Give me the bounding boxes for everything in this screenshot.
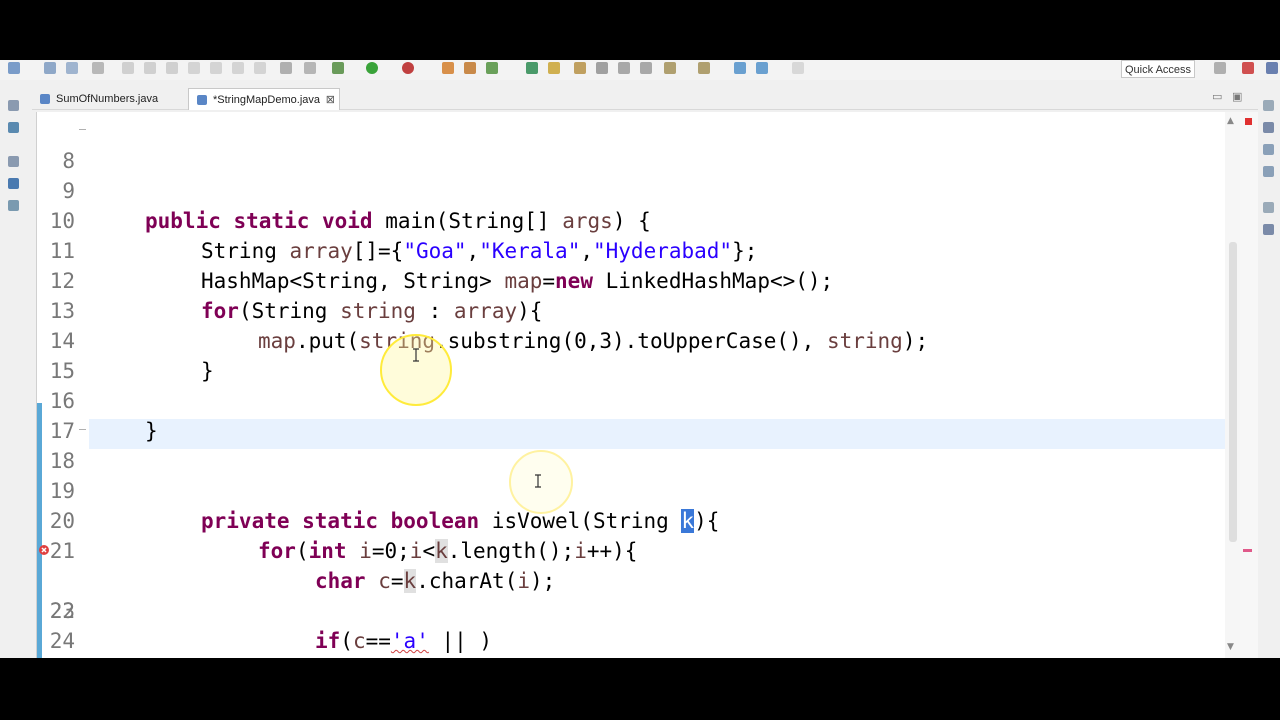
minimize-icon[interactable]: ▭ — [1212, 90, 1222, 103]
code-line-12: 12 for(String string : array){ — [37, 236, 1225, 323]
code-line-24: 24 } — [37, 596, 1225, 653]
cursor-highlight — [380, 334, 452, 406]
disconnect-icon[interactable] — [188, 62, 200, 74]
tab-label: *StringMapDemo.java — [213, 94, 320, 106]
step-return-icon[interactable] — [254, 62, 266, 74]
save-all-icon[interactable] — [66, 62, 78, 74]
restore-right-icon[interactable] — [1263, 100, 1274, 111]
code-line-19: 19 — [37, 446, 1225, 503]
overview-ruler[interactable] — [1240, 112, 1258, 658]
code-line-14: 14 } — [37, 296, 1225, 383]
text-cursor-icon — [413, 348, 419, 362]
outline-icon[interactable] — [1263, 202, 1274, 213]
open-perspective-icon[interactable] — [1214, 62, 1226, 74]
minimized-view-icon[interactable] — [8, 156, 19, 167]
breakpoints-icon[interactable] — [1263, 144, 1274, 155]
toggle-mark-icon[interactable] — [596, 62, 608, 74]
tab-label: SumOfNumbers.java — [56, 93, 159, 105]
scroll-thumb[interactable] — [1229, 242, 1237, 542]
java-perspective-icon[interactable] — [1266, 62, 1278, 74]
external-tools-icon[interactable] — [402, 62, 414, 74]
tab-sumofnumbers[interactable]: SumOfNumbers.java — [32, 88, 188, 110]
vertical-scrollbar[interactable]: ▲ ▼ — [1225, 112, 1241, 658]
run-icon[interactable] — [366, 62, 378, 74]
java-file-icon — [197, 95, 207, 105]
code-line-23: 23 — [37, 566, 1225, 623]
code-line-20: 20 for(int i=0;i<k.length();i++){ — [37, 476, 1225, 563]
java-editor[interactable]: 8 public static void main(String[] args)… — [36, 112, 1241, 658]
last-edit-icon[interactable] — [734, 62, 746, 74]
fold-icon[interactable] — [79, 429, 86, 430]
main-toolbar: Quick Access — [0, 60, 1280, 80]
code-line-8: 8 public static void main(String[] args)… — [37, 116, 1225, 233]
left-trim-stack — [0, 82, 32, 658]
java-ee-perspective-icon[interactable] — [1242, 62, 1254, 74]
fold-icon[interactable] — [79, 129, 86, 130]
error-icon[interactable] — [39, 545, 49, 555]
print-icon[interactable] — [92, 62, 104, 74]
back-icon[interactable] — [756, 62, 768, 74]
search-icon[interactable] — [548, 62, 560, 74]
new-icon[interactable] — [8, 62, 20, 74]
new-class-icon[interactable] — [486, 62, 498, 74]
line-number: 25 — [37, 656, 75, 658]
code-text: } — [258, 656, 271, 658]
right-trim-stack — [1258, 82, 1280, 658]
tab-stringmapdemo[interactable]: *StringMapDemo.java ⊠ — [188, 88, 340, 110]
open-type-icon[interactable] — [526, 62, 538, 74]
close-icon[interactable]: ⊠ — [326, 89, 335, 111]
text-cursor-icon — [535, 474, 541, 488]
task-list-icon[interactable] — [8, 200, 19, 211]
annotation-icon[interactable] — [574, 62, 586, 74]
forward-icon[interactable] — [792, 62, 804, 74]
new-package-icon[interactable] — [464, 62, 476, 74]
error-marker[interactable] — [1243, 549, 1252, 552]
editor-tab-bar: SumOfNumbers.java *StringMapDemo.java ⊠ … — [32, 86, 1258, 110]
eclipse-window: Quick Access SumOfNumbers.java *StringMa… — [0, 60, 1280, 658]
step-into-icon[interactable] — [210, 62, 222, 74]
show-whitespace-icon[interactable] — [640, 62, 652, 74]
restore-icon[interactable] — [8, 100, 19, 111]
scroll-down-icon[interactable]: ▼ — [1227, 642, 1234, 652]
next-annotation-icon[interactable] — [664, 62, 676, 74]
error-marker[interactable] — [1245, 118, 1252, 125]
toggle-block-icon[interactable] — [618, 62, 630, 74]
quick-access-field[interactable]: Quick Access — [1121, 60, 1196, 78]
task-icon[interactable] — [1263, 224, 1274, 235]
maximize-icon[interactable]: ▣ — [1232, 90, 1242, 103]
debug-icon[interactable] — [332, 62, 344, 74]
code-line-15: 15 — [37, 326, 1225, 383]
code-line-17: 17 — [37, 386, 1225, 443]
code-line-11: 11 HashMap<String, String> map=new Linke… — [37, 206, 1225, 293]
code-line-13: 13 map.put(string.substring(0,3).toUpper… — [37, 266, 1225, 353]
code-line-25: 25 — [37, 626, 1225, 656]
code-line-18: 18 private static boolean isVowel(String… — [37, 416, 1225, 533]
console-icon[interactable] — [8, 178, 19, 189]
drop-to-frame-icon[interactable] — [280, 62, 292, 74]
code-line-9: 9 — [37, 146, 1225, 203]
step-over-icon[interactable] — [232, 62, 244, 74]
skip-breakpoints-icon[interactable] — [304, 62, 316, 74]
save-icon[interactable] — [44, 62, 56, 74]
code-line-21: 21 char c=k.charAt(i); — [37, 506, 1225, 593]
variables-icon[interactable] — [1263, 122, 1274, 133]
prev-annotation-icon[interactable] — [698, 62, 710, 74]
package-explorer-icon[interactable] — [8, 122, 19, 133]
scroll-up-icon[interactable]: ▲ — [1227, 116, 1234, 126]
code-line-10: 10 String array[]={"Goa","Kerala","Hyder… — [37, 176, 1225, 263]
code-line-22: 22 if(c=='a' || ) — [37, 536, 1225, 653]
new-java-project-icon[interactable] — [442, 62, 454, 74]
suspend-icon[interactable] — [144, 62, 156, 74]
code-line-16: 16 } — [37, 356, 1225, 443]
terminate-icon[interactable] — [166, 62, 178, 74]
resume-icon[interactable] — [122, 62, 134, 74]
expressions-icon[interactable] — [1263, 166, 1274, 177]
java-file-icon — [40, 94, 50, 104]
